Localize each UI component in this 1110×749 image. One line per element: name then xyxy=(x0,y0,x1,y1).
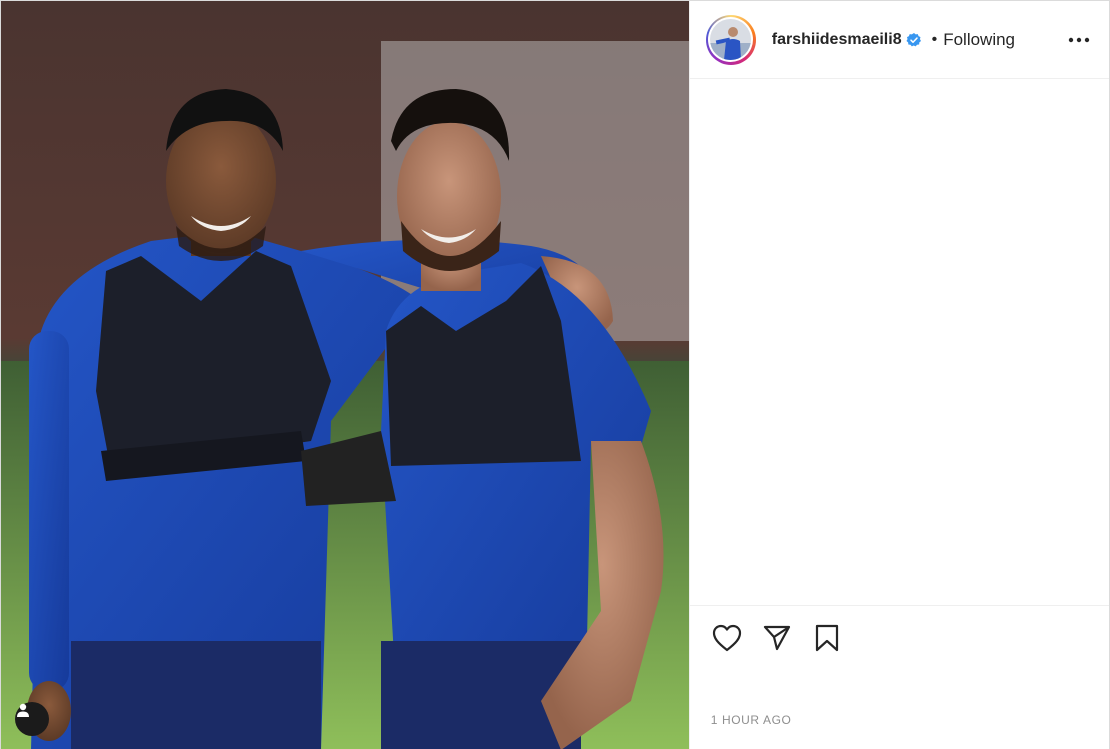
post-timestamp[interactable]: 1 HOUR AGO xyxy=(711,713,792,727)
photo-illustration xyxy=(1,1,689,749)
comments-area xyxy=(690,79,1109,604)
post-header: farshiidesmaeili8 • Following xyxy=(689,1,1109,79)
heart-icon xyxy=(712,624,742,652)
post-actions xyxy=(689,605,1109,669)
post-side-panel: farshiidesmaeili8 • Following 1 HOUR AGO xyxy=(688,1,1109,749)
post-photo[interactable] xyxy=(1,1,689,749)
bookmark-icon xyxy=(815,624,839,652)
following-button[interactable]: Following xyxy=(943,30,1015,50)
tagged-users-button[interactable] xyxy=(15,702,49,736)
share-button[interactable] xyxy=(760,621,794,655)
paper-plane-icon xyxy=(763,625,791,651)
save-button[interactable] xyxy=(810,621,844,655)
like-button[interactable] xyxy=(710,621,744,655)
verified-badge-icon xyxy=(906,32,922,48)
separator-dot: • xyxy=(931,30,938,48)
more-options-button[interactable] xyxy=(1065,26,1093,54)
avatar xyxy=(710,19,752,60)
story-ring[interactable] xyxy=(705,14,756,65)
instagram-post-modal: farshiidesmaeili8 • Following 1 HOUR AGO xyxy=(0,0,1110,749)
more-options-icon xyxy=(1068,37,1090,43)
post-username[interactable]: farshiidesmaeili8 xyxy=(772,31,902,49)
